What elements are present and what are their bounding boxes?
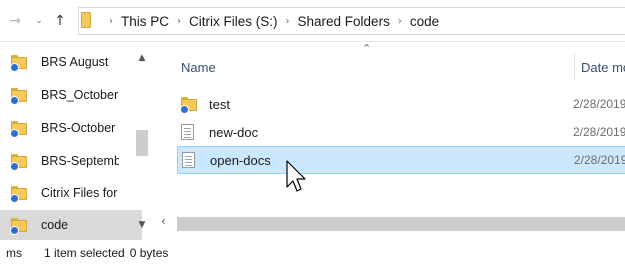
scrollbar-thumb[interactable]	[177, 217, 625, 231]
citrix-folder-icon	[10, 88, 27, 105]
breadcrumb-this-pc[interactable]: This PC	[121, 14, 169, 29]
list-item[interactable]: new-doc 2/28/2019	[177, 118, 625, 146]
document-icon	[182, 152, 200, 168]
citrix-folder-icon	[10, 186, 27, 203]
file-date: 2/28/2019	[573, 97, 625, 111]
chevron-right-icon[interactable]: ›	[109, 16, 113, 27]
status-size: 0 bytes	[129, 245, 169, 260]
sidebar-item-brs-august[interactable]: BRS August	[0, 47, 142, 77]
sidebar-item-label: BRS August	[41, 55, 109, 69]
chevron-right-icon[interactable]: ›	[286, 16, 290, 27]
breadcrumb-shared-folders[interactable]: Shared Folders	[298, 14, 390, 29]
chevron-right-icon[interactable]: ›	[177, 16, 181, 27]
sidebar-item-label: BRS-October	[41, 121, 116, 135]
breadcrumb-code[interactable]: code	[410, 14, 439, 29]
mouse-pointer-icon	[286, 160, 306, 192]
folder-icon	[81, 12, 97, 30]
file-date: 2/28/2019	[574, 153, 625, 167]
scroll-up-icon[interactable]: ▲	[132, 48, 152, 68]
scroll-left-icon[interactable]: ‹	[161, 214, 166, 228]
scroll-down-icon[interactable]: ▼	[132, 215, 152, 235]
list-item[interactable]: test 2/28/2019	[177, 90, 625, 118]
navigation-pane: BRS August BRS_October BRS-October BRS-S…	[0, 42, 157, 240]
sidebar-item-label: BRS_October	[41, 88, 119, 102]
sidebar-item-citrix-files[interactable]: Citrix Files for	[0, 178, 142, 208]
file-name: new-doc	[209, 124, 259, 140]
status-selection: 1 item selected	[44, 245, 125, 260]
sidebar-item-code[interactable]: code	[0, 210, 142, 240]
document-icon	[181, 124, 199, 140]
status-bar: ms 1 item selected 0 bytes	[0, 241, 625, 264]
arrow-left-icon[interactable]: →	[6, 12, 24, 30]
citrix-folder-icon	[10, 121, 27, 138]
sidebar-item-brs-september[interactable]: BRS-September	[0, 146, 142, 176]
column-header-date[interactable]: Date modified	[574, 54, 625, 80]
address-bar: → ⌄ ↑ › This PC › Citrix Files (S:) › Sh…	[0, 0, 625, 42]
sidebar-item-brs-october-dash[interactable]: BRS-October	[0, 113, 142, 143]
citrix-folder-icon	[10, 55, 27, 72]
file-date: 2/28/2019	[573, 125, 625, 139]
file-list: ⌃ Name Date modified test 2/28/2019 new-…	[157, 42, 625, 240]
breadcrumb[interactable]: › This PC › Citrix Files (S:) › Shared F…	[78, 7, 625, 35]
breadcrumb-citrix-files[interactable]: Citrix Files (S:)	[189, 14, 278, 29]
list-item-selected[interactable]: open-docs 2/28/2019	[177, 146, 625, 174]
status-item-count: ms	[6, 245, 22, 260]
sidebar-item-brs-october-underscore[interactable]: BRS_October	[0, 80, 142, 110]
sidebar-item-label: code	[41, 218, 69, 232]
sidebar-item-label: BRS-September	[41, 154, 119, 168]
chevron-right-icon[interactable]: ›	[398, 16, 402, 27]
chevron-down-icon[interactable]: ⌄	[32, 12, 46, 30]
citrix-folder-icon	[10, 218, 27, 235]
file-name: test	[209, 96, 230, 112]
citrix-folder-icon	[10, 154, 27, 171]
arrow-up-icon[interactable]: ↑	[52, 12, 68, 30]
scrollbar-thumb[interactable]	[136, 130, 148, 156]
horizontal-scrollbar[interactable]: ‹	[157, 214, 625, 232]
column-header-name[interactable]: Name	[181, 54, 561, 80]
sidebar-item-label: Citrix Files for	[41, 186, 118, 200]
citrix-folder-icon	[180, 97, 199, 114]
sidebar-scrollbar[interactable]: ▲ ▼	[132, 42, 152, 240]
file-name: open-docs	[210, 152, 271, 168]
